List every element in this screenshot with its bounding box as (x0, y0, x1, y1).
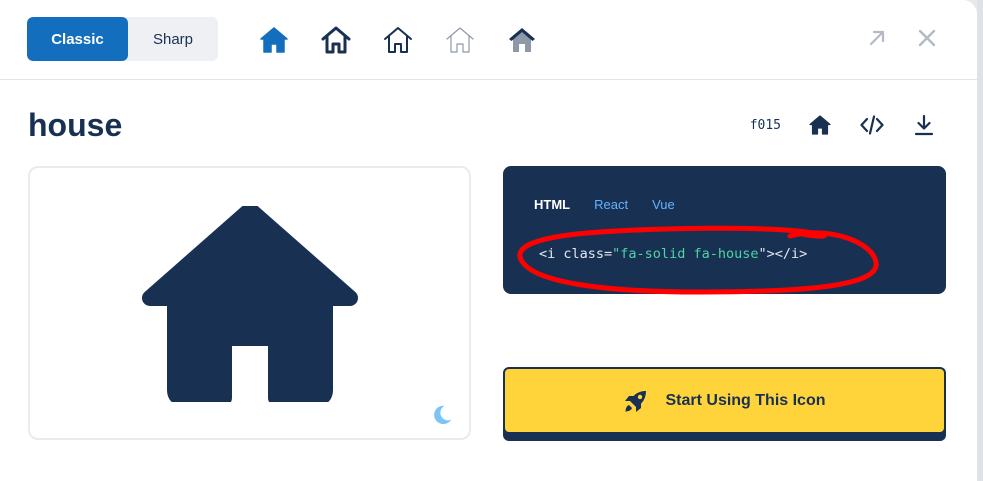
icon-preview (28, 166, 471, 440)
cta-label: Start Using This Icon (665, 391, 826, 409)
house-duotone-icon[interactable] (504, 22, 540, 58)
unicode-value[interactable]: f015 (750, 118, 781, 133)
house-light-icon[interactable] (380, 22, 416, 58)
house-solid-icon[interactable] (256, 22, 292, 58)
family-toggle: Classic Sharp (27, 17, 218, 61)
icon-detail-modal: Classic Sharp house f015 HTML React Vue … (0, 0, 977, 481)
download-icon[interactable] (911, 112, 937, 138)
tab-vue[interactable]: Vue (652, 197, 675, 212)
start-using-icon-button[interactable]: Start Using This Icon (503, 367, 946, 434)
house-thin-icon[interactable] (442, 22, 478, 58)
top-bar: Classic Sharp (0, 0, 977, 80)
close-icon[interactable] (915, 26, 939, 50)
moon-icon[interactable] (431, 404, 453, 426)
copy-glyph-house-icon[interactable] (807, 112, 833, 138)
icon-title: house (28, 107, 123, 143)
copy-svg-code-icon[interactable] (859, 112, 885, 138)
house-regular-icon[interactable] (318, 22, 354, 58)
code-snippet-panel: HTML React Vue <i class="fa-solid fa-hou… (503, 166, 946, 294)
tab-react[interactable]: React (594, 197, 628, 212)
sharp-button[interactable]: Sharp (128, 17, 218, 61)
code-open: <i class= (539, 246, 613, 262)
code-close: "></i> (758, 246, 808, 262)
top-actions (865, 26, 939, 50)
page-scroll-edge (977, 0, 983, 481)
classic-button[interactable]: Classic (27, 17, 128, 61)
rocket-icon (625, 390, 647, 412)
tab-html[interactable]: HTML (534, 197, 570, 212)
code-tabs: HTML React Vue (534, 197, 675, 212)
style-selector (256, 22, 540, 58)
icon-meta: f015 (750, 112, 937, 138)
code-snippet[interactable]: <i class="fa-solid fa-house"></i> (539, 246, 807, 262)
open-external-icon[interactable] (865, 26, 889, 50)
house-preview-icon (142, 206, 358, 402)
code-class-value: fa-solid fa-house (620, 246, 759, 262)
